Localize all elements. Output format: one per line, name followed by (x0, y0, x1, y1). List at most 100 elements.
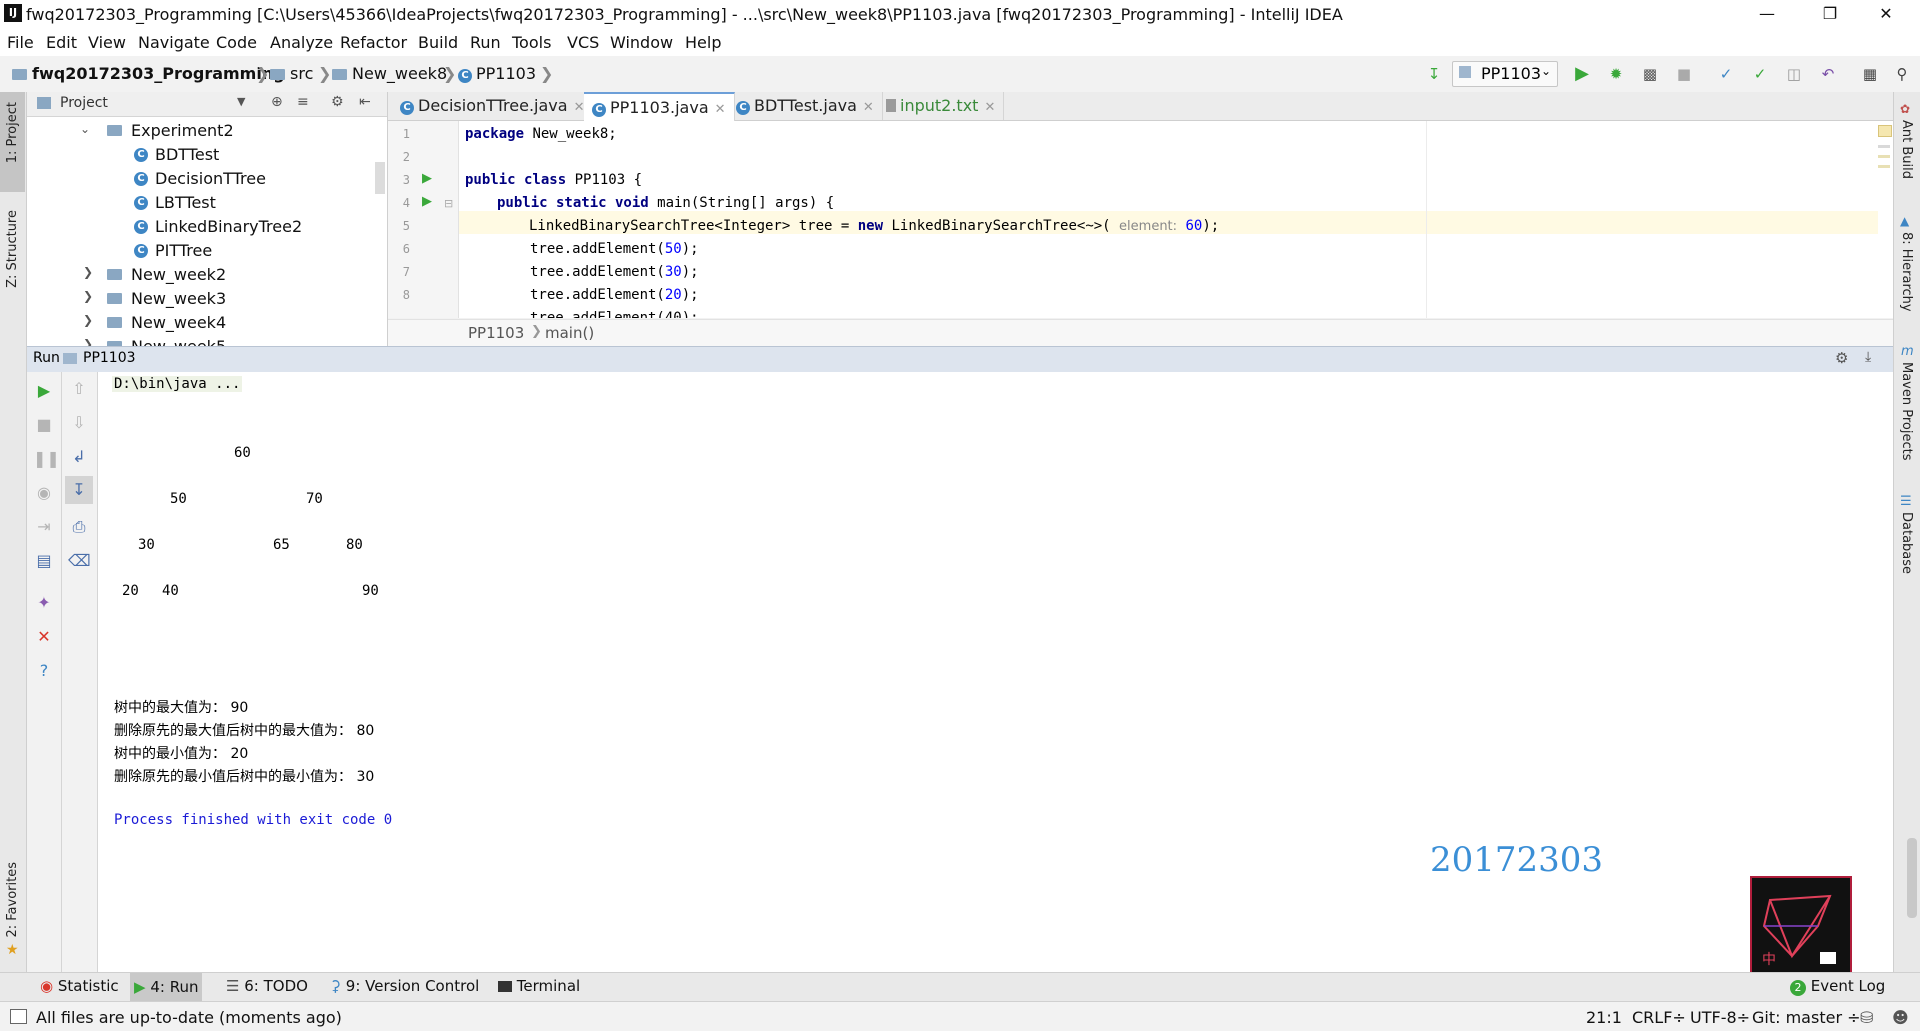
run-gutter-icon[interactable]: ▶ (422, 194, 432, 209)
debug-icon[interactable]: ✹ (1606, 64, 1626, 84)
tab-decisionttree[interactable]: C DecisionTTree.java ✕ (392, 92, 594, 120)
code-editor[interactable]: 1 2 3 4 5 6 7 8 ▶ ▶ ⊟ package New_week8;… (388, 121, 1893, 318)
run-config-dropdown[interactable]: PP1103 ⌄ (1452, 61, 1558, 87)
print-icon[interactable]: ⎙ (68, 516, 90, 538)
breadcrumb-file[interactable]: C PP1103 (458, 64, 536, 83)
pin-icon[interactable]: ✦ (33, 592, 55, 614)
revert-icon[interactable]: ↶ (1818, 64, 1838, 84)
database-tab[interactable]: Database (1899, 512, 1914, 574)
locate-icon[interactable]: ⊕ (271, 94, 283, 110)
lock-icon[interactable]: ⛁ (1860, 1008, 1873, 1027)
menu-tools[interactable]: Tools (512, 33, 551, 52)
arrow-down-icon[interactable]: ⇩ (68, 412, 90, 434)
fold-icon[interactable]: ⊟ (444, 197, 453, 210)
run-icon[interactable]: ▶ (1572, 64, 1592, 84)
tool-statistic[interactable]: ◉ Statistic (36, 977, 123, 995)
stop-icon[interactable]: ■ (33, 414, 55, 436)
scroll-to-end-icon[interactable]: ↧ (65, 476, 93, 504)
tool-event-log[interactable]: 2 Event Log (1786, 977, 1889, 996)
hide-panel-icon[interactable]: ⤓ (1865, 349, 1871, 365)
soft-wrap-icon[interactable]: ↲ (68, 446, 90, 468)
caret-position[interactable]: 21:1 (1586, 1008, 1622, 1027)
tool-run[interactable]: ▶ 4: Run (130, 973, 203, 1001)
project-view-selector[interactable]: Project (60, 95, 108, 111)
git-branch-selector[interactable]: Git: master ÷ (1752, 1008, 1861, 1027)
tree-item-new-week4[interactable]: ❯ New_week4 (27, 311, 387, 335)
inspection-indicator[interactable] (1878, 125, 1892, 137)
tab-bdttest[interactable]: C BDTTest.java ✕ (728, 92, 883, 120)
favorites-tool-tab[interactable]: 2: Favorites ★ (0, 862, 25, 962)
tool-version-control[interactable]: ⚳ 9: Version Control (326, 977, 483, 995)
close-button[interactable]: ✕ (1863, 0, 1909, 29)
build-icon[interactable]: ↧ (1424, 64, 1444, 84)
arrow-up-icon[interactable]: ⇧ (68, 378, 90, 400)
menu-navigate[interactable]: Navigate (138, 33, 210, 52)
hierarchy-tab[interactable]: 8: Hierarchy (1899, 232, 1914, 312)
menu-vcs[interactable]: VCS (567, 33, 599, 52)
encoding-selector[interactable]: UTF-8÷ (1690, 1008, 1750, 1027)
coverage-icon[interactable]: ▩ (1640, 64, 1660, 84)
tree-item-new-week3[interactable]: ❯ New_week3 (27, 287, 387, 311)
menu-file[interactable]: File (7, 33, 34, 52)
menu-view[interactable]: View (88, 33, 126, 52)
breadcrumb-method[interactable]: main() (545, 324, 594, 342)
tab-input2[interactable]: input2.txt ✕ (878, 92, 1005, 120)
maximize-button[interactable]: ❐ (1807, 0, 1853, 29)
ant-build-tab[interactable]: Ant Build (1899, 120, 1914, 179)
tab-pp1103[interactable]: C PP1103.java ✕ (584, 92, 735, 121)
hide-panel-icon[interactable]: ⇤ (359, 94, 371, 110)
structure-tool-tab[interactable]: Z: Structure (0, 210, 25, 310)
tool-todo[interactable]: ☰ 6: TODO (222, 977, 312, 995)
gear-icon[interactable]: ⚙ (1835, 349, 1848, 367)
pause-icon[interactable]: ❚❚ (33, 448, 60, 470)
tree-item-bdttest[interactable]: C BDTTest (27, 143, 387, 167)
breadcrumb-project[interactable]: fwq20172303_Programming (12, 64, 285, 83)
tree-item-pittree[interactable]: C PITTree (27, 239, 387, 263)
menu-refactor[interactable]: Refactor (340, 33, 407, 52)
layout-icon[interactable]: ▤ (33, 550, 55, 572)
dump-threads-icon[interactable]: ◉ (33, 482, 55, 504)
menu-analyze[interactable]: Analyze (270, 33, 333, 52)
menu-code[interactable]: Code (216, 33, 257, 52)
gear-icon[interactable]: ⚙ (331, 94, 344, 110)
run-tab-pp1103[interactable]: PP1103 (83, 350, 136, 366)
menu-window[interactable]: Window (610, 33, 673, 52)
project-tool-tab[interactable]: 1: Project (0, 92, 25, 192)
tree-item-linkedbinarytree2[interactable]: C LinkedBinaryTree2 (27, 215, 387, 239)
menu-edit[interactable]: Edit (46, 33, 77, 52)
vcs-update-icon[interactable]: ✓ (1716, 64, 1736, 84)
clear-all-icon[interactable]: ⌫ (68, 550, 91, 572)
inspector-icon[interactable]: ☻ (1892, 1008, 1909, 1027)
rerun-icon[interactable]: ▶ (33, 380, 55, 402)
menu-run[interactable]: Run (470, 33, 501, 52)
project-structure-icon[interactable]: ▦ (1860, 64, 1880, 84)
close-tab-icon[interactable]: ✕ (863, 100, 874, 115)
search-icon[interactable]: ⚲ (1892, 64, 1912, 84)
tree-item-new-week5[interactable]: ❯ New_week5 (27, 335, 387, 346)
tree-item-experiment2[interactable]: ⌄ Experiment2 (27, 119, 387, 143)
tree-item-lbttest[interactable]: C LBTTest (27, 191, 387, 215)
breadcrumb-class[interactable]: PP1103 (468, 324, 524, 342)
close-tab-icon[interactable]: ✕ (574, 100, 585, 115)
vcs-commit-icon[interactable]: ✓ (1750, 64, 1770, 84)
console-command-line[interactable]: D:\bin\java ... (112, 376, 243, 392)
scroll-thumb[interactable] (1907, 838, 1917, 918)
close-tab-icon[interactable]: ✕ (984, 100, 995, 115)
panel-toggle-icon[interactable] (10, 1009, 27, 1024)
close-icon[interactable]: ✕ (33, 626, 55, 648)
console-output[interactable]: D:\bin\java ... 60 50 70 30 65 80 20 40 … (98, 372, 1893, 972)
maven-projects-tab[interactable]: Maven Projects (1899, 362, 1914, 461)
chevron-down-icon[interactable]: ▼ (237, 95, 245, 108)
vcs-compare-icon[interactable]: ◫ (1784, 64, 1804, 84)
breadcrumb-package[interactable]: New_week8 (332, 64, 447, 83)
stop-icon[interactable]: ■ (1674, 64, 1694, 84)
close-tab-icon[interactable]: ✕ (715, 102, 726, 117)
tree-item-decisionttree[interactable]: C DecisionTTree (27, 167, 387, 191)
exit-icon[interactable]: ⇥ (33, 516, 55, 538)
run-gutter-icon[interactable]: ▶ (422, 171, 432, 186)
tree-item-new-week2[interactable]: ❯ New_week2 (27, 263, 387, 287)
minimize-button[interactable]: — (1744, 0, 1790, 29)
menu-help[interactable]: Help (685, 33, 721, 52)
scrollbar-thumb[interactable] (375, 162, 385, 194)
overlay-widget-logo[interactable]: 中 (1750, 876, 1852, 972)
